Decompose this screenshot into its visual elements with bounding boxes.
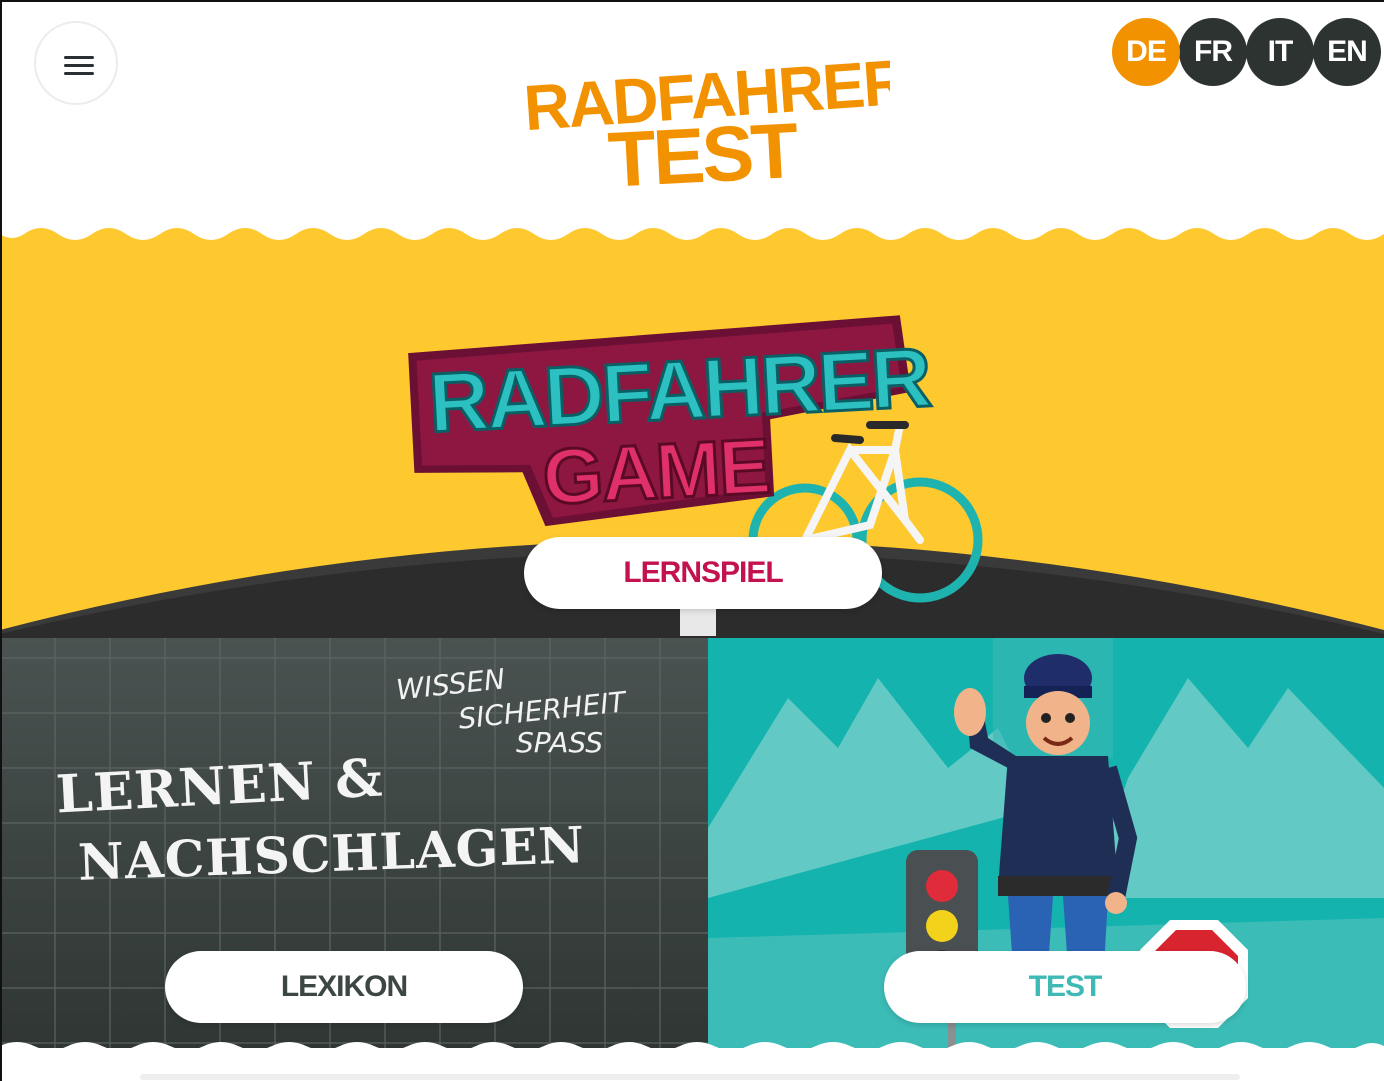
lernspiel-button[interactable]: LERNSPIEL bbox=[524, 537, 882, 609]
tagline-spass: SPASS bbox=[516, 726, 603, 759]
lang-it-button[interactable]: IT bbox=[1246, 18, 1314, 86]
radfahrer-game-logo: RADFAHRER GAME bbox=[408, 315, 934, 527]
site-header: RADFAHRER TEST DE FR IT EN bbox=[0, 0, 1384, 235]
logo-line2: TEST bbox=[606, 106, 800, 190]
hamburger-menu-icon bbox=[64, 56, 94, 80]
menu-button[interactable] bbox=[34, 21, 118, 105]
lang-fr-button[interactable]: FR bbox=[1179, 18, 1247, 86]
game-logo-line2: GAME bbox=[541, 421, 771, 521]
test-button[interactable]: TEST bbox=[884, 951, 1246, 1023]
lexikon-button[interactable]: LEXIKON bbox=[165, 951, 523, 1023]
lang-en-button[interactable]: EN bbox=[1313, 18, 1381, 86]
lang-de-button[interactable]: DE bbox=[1112, 18, 1180, 86]
radfahrer-test-logo[interactable]: RADFAHRER TEST bbox=[520, 40, 890, 190]
content-bar bbox=[140, 1074, 1240, 1080]
